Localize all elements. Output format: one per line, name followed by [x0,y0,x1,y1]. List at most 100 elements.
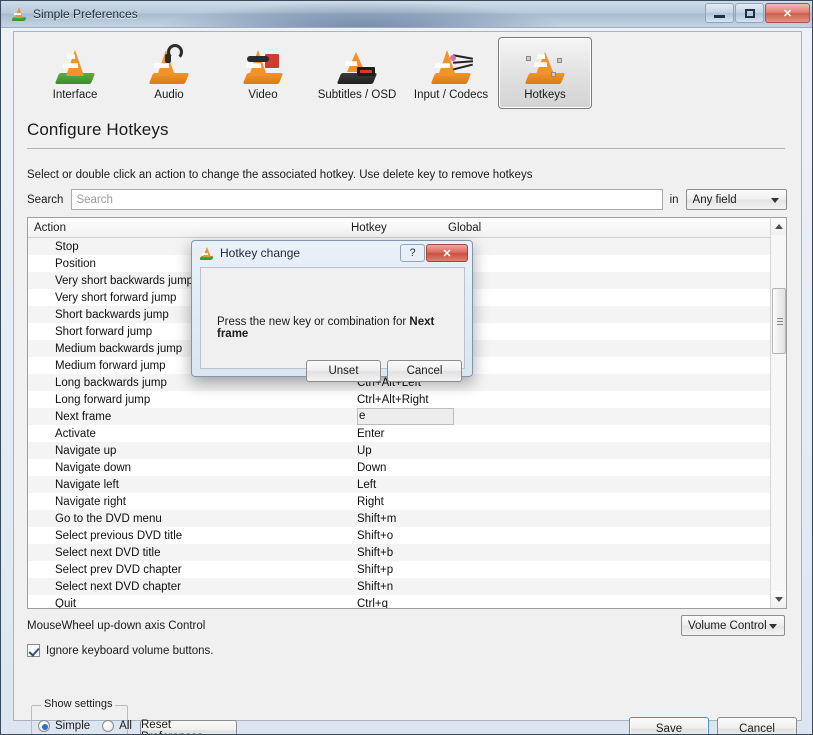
cell-hotkey: Ctrl+q [357,597,388,609]
toolbar-label-audio: Audio [154,89,184,101]
ignore-volume-checkbox[interactable] [27,644,40,657]
toolbar-label-subtitles: Subtitles / OSD [317,89,397,101]
chevron-down-icon [769,624,777,629]
cell-hotkey: Left [357,478,377,491]
vlc-cone-icon [199,246,214,261]
table-row[interactable]: Navigate up Up [28,442,770,459]
cell-action: Long forward jump [55,393,151,406]
search-input[interactable] [71,189,663,210]
cell-action: Select prev DVD chapter [55,563,182,576]
column-header-global[interactable]: Global [448,222,786,234]
radio-simple[interactable] [38,720,50,732]
vlc-interface-icon [51,42,99,86]
page-title: Configure Hotkeys [27,120,169,139]
cell-action: Navigate right [55,495,126,508]
table-row[interactable]: Navigate right Right [28,493,770,510]
search-field-dropdown[interactable]: Any field [685,189,787,210]
cell-action: Activate [55,427,96,440]
cell-action: Select previous DVD title [55,529,183,542]
minimize-button[interactable] [705,3,734,23]
help-button[interactable]: ? [400,244,425,262]
vlc-video-icon [239,42,287,86]
search-label: Search [27,193,64,206]
toolbar-item-video[interactable]: Video [216,37,310,109]
toolbar-label-input-codecs: Input / Codecs [413,89,489,101]
title-bar-glow [151,1,571,27]
heading-divider [27,148,785,149]
table-row[interactable]: Long forward jump Ctrl+Alt+Right [28,391,770,408]
scroll-up-button[interactable] [771,218,786,235]
table-row[interactable]: Go to the DVD menu Shift+m [28,510,770,527]
column-header-hotkey[interactable]: Hotkey [351,222,448,234]
cell-action: Quit [55,597,77,609]
ignore-volume-label: Ignore keyboard volume buttons. [46,644,214,657]
table-vertical-scrollbar[interactable] [770,218,786,608]
window-controls: ✕ [704,3,810,23]
cell-hotkey: Shift+n [357,580,394,593]
cell-hotkey: Up [357,444,372,457]
instruction-text: Select or double click an action to chan… [27,169,533,181]
table-row[interactable]: Navigate down Down [28,459,770,476]
preferences-toolbar: Interface Audio Video Subtitles / OSD In… [14,32,801,113]
ignore-volume-row[interactable]: Ignore keyboard volume buttons. [27,644,214,657]
dialog-close-button[interactable]: ✕ [426,244,468,262]
mousewheel-label: MouseWheel up-down axis Control [27,620,206,632]
toolbar-label-video: Video [248,89,278,101]
reset-preferences-button[interactable]: Reset Preferences [140,719,237,734]
table-row[interactable]: Activate Enter [28,425,770,442]
dialog-cancel-button[interactable]: Cancel [387,360,462,382]
triangle-up-icon [775,224,783,229]
toolbar-item-audio[interactable]: Audio [122,37,216,109]
show-settings-group: Show settings Simple All [31,698,132,734]
radio-all[interactable] [102,720,115,732]
dialog-unset-button[interactable]: Unset [306,360,381,382]
show-settings-radios: Simple All [38,720,144,732]
dialog-title: Hotkey change [220,246,301,260]
dialog-title-bar: Hotkey change ? ✕ [192,241,472,265]
toolbar-label-interface: Interface [52,89,98,101]
cell-hotkey: e [357,408,454,425]
table-row[interactable]: Select prev DVD chapter Shift+p [28,561,770,578]
search-row: Search in Any field [27,189,787,210]
cell-action: Navigate down [55,461,132,474]
cell-hotkey: Shift+m [357,512,397,525]
table-row[interactable]: Select next DVD title Shift+b [28,544,770,561]
grip-icon [777,318,783,319]
toolbar-item-interface[interactable]: Interface [28,37,122,109]
table-row[interactable]: Navigate left Left [28,476,770,493]
toolbar-item-hotkeys[interactable]: Hotkeys [498,37,592,109]
mousewheel-control-dropdown[interactable]: Volume Control [681,615,785,636]
toolbar-item-subtitles[interactable]: Subtitles / OSD [310,37,404,109]
scrollbar-thumb[interactable] [772,288,786,354]
vlc-hotkeys-icon [521,42,569,86]
search-in-label: in [669,193,679,206]
radio-simple-label: Simple [55,720,91,732]
table-row[interactable]: Select next DVD chapter Shift+n [28,578,770,595]
vlc-subtitles-icon [333,42,381,86]
cell-action: Select next DVD title [55,546,161,559]
scroll-down-button[interactable] [771,591,786,608]
search-field-value: Any field [692,193,737,206]
vlc-audio-icon [145,42,193,86]
hotkey-change-dialog: Hotkey change ? ✕ Press the new key or c… [191,240,473,382]
save-button[interactable]: Save [629,717,709,734]
table-row[interactable]: Select previous DVD title Shift+o [28,527,770,544]
toolbar-item-input-codecs[interactable]: Input / Codecs [404,37,498,109]
column-header-action[interactable]: Action [28,222,351,234]
cell-hotkey: Right [357,495,384,508]
table-row[interactable]: Next frame e [28,408,770,425]
close-button[interactable]: ✕ [765,3,810,23]
triangle-down-icon [775,597,783,602]
cell-action: Next frame [55,410,112,423]
maximize-button[interactable] [735,3,764,23]
chevron-down-icon [771,198,779,203]
table-header-row: Action Hotkey Global [28,218,786,238]
table-row[interactable]: Quit Ctrl+q [28,595,770,609]
cell-hotkey: Shift+p [357,563,394,576]
window-title: Simple Preferences [33,7,138,21]
cell-action: Select next DVD chapter [55,580,181,593]
cell-action: Go to the DVD menu [55,512,162,525]
preferences-window: Simple Preferences ✕ Interface Audio Vid… [0,0,813,735]
cancel-button[interactable]: Cancel [717,717,797,734]
toolbar-label-hotkeys: Hotkeys [524,89,566,101]
